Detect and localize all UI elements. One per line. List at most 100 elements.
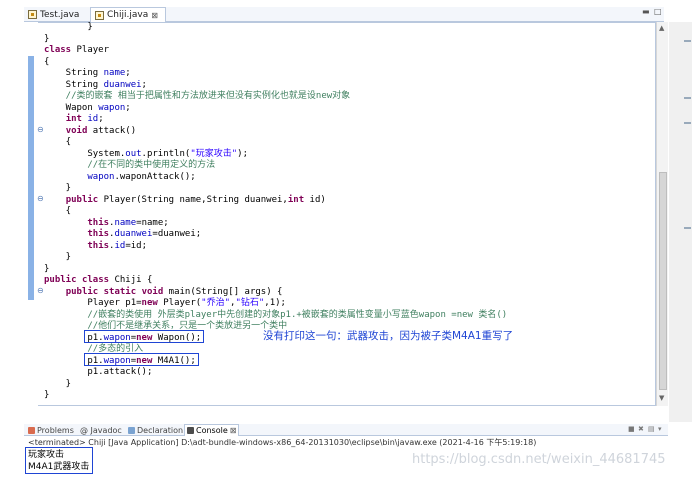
fold-icon[interactable]: ⊖ bbox=[37, 286, 44, 295]
tab-javadoc[interactable]: @ Javadoc bbox=[80, 424, 122, 436]
tab-label: Console bbox=[196, 426, 228, 435]
code-line[interactable]: void attack() bbox=[44, 126, 654, 138]
code-token: duanwei bbox=[103, 79, 142, 90]
code-line[interactable]: } bbox=[44, 22, 654, 34]
code-line[interactable]: } bbox=[44, 252, 654, 264]
annotation-note: 没有打印这一句：武器攻击，因为被子类M4A1重写了 bbox=[263, 330, 514, 342]
fold-icon[interactable]: ⊖ bbox=[37, 125, 44, 134]
code-token: this bbox=[87, 240, 110, 251]
code-token: ); bbox=[237, 148, 249, 159]
code-line[interactable]: this.duanwei=duanwei; bbox=[44, 229, 654, 241]
java-file-icon bbox=[28, 10, 37, 19]
overview-mark bbox=[684, 122, 691, 124]
code-line[interactable]: //类的嵌套 相当于把属性和方法放进来但没有实例化也就是设new对象 bbox=[44, 91, 654, 103]
declaration-icon bbox=[128, 426, 135, 434]
code-token: //嵌套的类使用 外层类player中先创建的对象p1.+被嵌套的类属性变量小写… bbox=[44, 309, 508, 320]
code-line[interactable]: String name; bbox=[44, 68, 654, 80]
code-token: =id; bbox=[125, 240, 147, 251]
code-token: int bbox=[287, 194, 305, 205]
code-line[interactable]: } bbox=[44, 183, 654, 195]
code-token: =duanwei; bbox=[152, 229, 202, 239]
code-token: static bbox=[103, 286, 137, 297]
code-token: name bbox=[114, 217, 137, 228]
code-line[interactable]: String duanwei; bbox=[44, 80, 654, 92]
code-token: main(String[] args) { bbox=[163, 286, 283, 297]
code-line[interactable]: } bbox=[44, 379, 654, 391]
code-text[interactable]: }} class Player{ String name; String duan… bbox=[44, 22, 654, 402]
editor-tab-bar: Test.java Chiji.java ⊠ ▬ □ bbox=[24, 7, 664, 22]
code-line[interactable]: Player p1=new Player("乔治","钻石",1); bbox=[44, 298, 654, 310]
console-status: <terminated> Chiji [Java Application] D:… bbox=[28, 438, 537, 447]
tab-label: Declaration bbox=[137, 425, 184, 435]
code-line[interactable]: Wapon wapon; bbox=[44, 103, 654, 115]
code-line[interactable]: System.out.println("玩家攻击"); bbox=[44, 149, 654, 161]
code-line[interactable]: { bbox=[44, 206, 654, 218]
code-token: System. bbox=[44, 148, 126, 159]
code-token: //类的嵌套 相当于把属性和方法放进来但没有实例化也就是设new对象 bbox=[44, 91, 351, 101]
tab-console[interactable]: Console ⊠ bbox=[184, 424, 240, 436]
code-token: } bbox=[44, 183, 72, 193]
code-line[interactable]: p1.attack(); bbox=[44, 367, 654, 379]
code-line[interactable]: this.name=name; bbox=[44, 218, 654, 230]
clear-console-icon[interactable]: ▤ bbox=[648, 425, 656, 434]
code-line[interactable]: } bbox=[44, 390, 654, 402]
tab-label: Problems bbox=[37, 425, 74, 435]
code-token: duanwei bbox=[114, 229, 153, 239]
code-token: this bbox=[87, 229, 110, 239]
watermark: https://blog.csdn.net/weixin_44681745 bbox=[412, 452, 666, 467]
code-line[interactable]: //嵌套的类使用 外层类player中先创建的对象p1.+被嵌套的类属性变量小写… bbox=[44, 310, 654, 322]
code-line[interactable]: public static void main(String[] args) { bbox=[44, 287, 654, 299]
remove-launch-icon[interactable]: ✖ bbox=[638, 425, 646, 434]
code-line[interactable]: public Player(String name,String duanwei… bbox=[44, 195, 654, 207]
code-line[interactable]: public class Chiji { bbox=[44, 275, 654, 287]
tab-chiji-java[interactable]: Chiji.java ⊠ bbox=[90, 7, 166, 22]
code-token: public bbox=[65, 194, 99, 205]
code-token: =name; bbox=[136, 217, 169, 228]
tab-problems[interactable]: Problems bbox=[28, 424, 74, 436]
code-line[interactable]: { bbox=[44, 57, 654, 69]
maximize-icon[interactable]: □ bbox=[654, 7, 664, 19]
code-token: name bbox=[103, 68, 126, 78]
code-token: void bbox=[65, 125, 88, 136]
tab-label: Chiji.java bbox=[107, 10, 149, 20]
code-token: Chiji { bbox=[109, 275, 153, 285]
code-line[interactable]: this.id=id; bbox=[44, 241, 654, 253]
code-token: } bbox=[44, 252, 72, 262]
code-line[interactable]: } bbox=[44, 264, 654, 276]
minimize-icon[interactable]: ▬ bbox=[642, 7, 652, 19]
code-line[interactable]: int id; bbox=[44, 114, 654, 126]
editor-ruler bbox=[24, 22, 38, 406]
code-token: { bbox=[44, 206, 72, 216]
tab-declaration[interactable]: Declaration bbox=[128, 424, 183, 436]
close-tab-icon[interactable]: ⊠ bbox=[151, 11, 158, 20]
code-line[interactable]: class Player bbox=[44, 45, 654, 57]
close-tab-icon[interactable]: ⊠ bbox=[230, 426, 237, 435]
views-tab-bar: Problems @ Javadoc Declaration Console ⊠… bbox=[24, 424, 668, 436]
fold-icon[interactable]: ⊖ bbox=[37, 194, 44, 203]
problems-icon bbox=[28, 426, 35, 434]
code-token: String bbox=[44, 68, 104, 78]
code-token: void bbox=[141, 286, 164, 297]
pin-console-icon[interactable]: ▾ bbox=[658, 425, 666, 434]
scroll-up-icon[interactable]: ▲ bbox=[659, 24, 667, 34]
code-token: "玩家攻击" bbox=[190, 148, 238, 159]
code-token: } bbox=[44, 263, 50, 274]
highlight-box-new-wapon bbox=[84, 330, 204, 343]
code-token: public bbox=[65, 286, 99, 297]
terminate-icon[interactable]: ■ bbox=[628, 425, 636, 434]
code-line[interactable]: } bbox=[44, 34, 654, 46]
code-token: id bbox=[114, 240, 126, 251]
code-line[interactable]: //在不同的类中使用定义的方法 bbox=[44, 160, 654, 172]
editor-scrollbar[interactable]: ▲ ▼ bbox=[656, 22, 668, 406]
scope-indicator bbox=[28, 56, 34, 300]
overview-mark bbox=[684, 40, 691, 42]
code-line[interactable]: { bbox=[44, 137, 654, 149]
scroll-down-icon[interactable]: ▼ bbox=[659, 394, 667, 404]
scrollbar-thumb[interactable] bbox=[659, 172, 667, 390]
code-token: wapon bbox=[98, 102, 126, 113]
tab-test-java[interactable]: Test.java bbox=[24, 7, 86, 22]
code-line[interactable]: wapon.waponAttack(); bbox=[44, 172, 654, 184]
